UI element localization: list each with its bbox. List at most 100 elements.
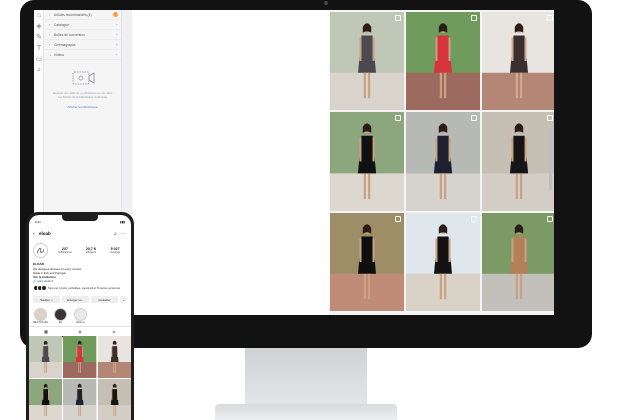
- stage: ⌂ ◈ ✎ T ▭ ⌕ › Articles recommandés (4) ›…: [0, 0, 620, 420]
- phone-notch: [62, 215, 98, 221]
- panel-section-recommended[interactable]: › Articles recommandés (4): [44, 10, 121, 20]
- stat-following[interactable]: 5 027 suivi(e)s: [110, 247, 120, 254]
- camera-dot: [324, 1, 328, 5]
- grid-photo[interactable]: [406, 12, 480, 110]
- phone-screen: 9:41 ▮▮▮ ‹ eloab ♫ ⋯ 237 publications 20…: [29, 215, 131, 420]
- panel-section-label: Boîtes de conversion: [54, 32, 85, 37]
- grid-photo[interactable]: [330, 12, 404, 110]
- show-library-link[interactable]: Afficher la bibliothèque: [44, 105, 121, 109]
- grid-photo[interactable]: [330, 112, 404, 211]
- multi-photo-icon: [395, 15, 401, 21]
- reels-tab-icon[interactable]: ▣: [63, 327, 97, 337]
- grid-photo[interactable]: [482, 213, 554, 311]
- phone-grid-photo[interactable]: [63, 336, 97, 379]
- home-icon[interactable]: ⌂: [34, 10, 44, 21]
- editor-canvas[interactable]: [132, 10, 329, 315]
- profile-username: eloab: [39, 231, 51, 236]
- phone-grid-photo[interactable]: [29, 379, 63, 420]
- stat-label: publications: [58, 250, 72, 254]
- following-button[interactable]: Suivi(e) ⌄: [33, 296, 60, 304]
- panel-section-catalogue[interactable]: › Catalogue +: [44, 20, 121, 30]
- notification-badge: [113, 12, 118, 17]
- grid-photo[interactable]: [330, 213, 404, 311]
- add-icon[interactable]: +: [116, 52, 118, 57]
- stat-label: suivi(e)s: [110, 250, 120, 254]
- panel-section-label: Articles recommandés (4): [54, 12, 92, 17]
- phone-grid-photo[interactable]: [29, 336, 63, 379]
- multi-photo-icon: [471, 216, 477, 222]
- profile-stats: 237 publications 20,7 K followers 5 027 …: [48, 247, 127, 254]
- search-icon[interactable]: ⌕: [34, 65, 44, 76]
- highlight-cover: [54, 308, 67, 322]
- story-highlights: NEW COLLEC... Eté about us: [29, 306, 131, 326]
- message-button[interactable]: Envoyer un...: [62, 296, 89, 304]
- phone-grid-photo[interactable]: [97, 336, 131, 379]
- grid-tab-icon[interactable]: ▦: [29, 327, 63, 337]
- stat-posts[interactable]: 237 publications: [58, 247, 72, 254]
- video-drop-icon[interactable]: [70, 68, 96, 90]
- multi-photo-icon: [395, 115, 401, 121]
- add-icon[interactable]: +: [116, 22, 118, 27]
- add-icon[interactable]: +: [116, 42, 118, 47]
- highlight-label: NEW COLLEC...: [33, 322, 51, 325]
- add-icon[interactable]: +: [116, 32, 118, 37]
- follower-avatars: [33, 285, 47, 292]
- panel-section-videos[interactable]: ⌄ Vidéos +: [44, 50, 121, 60]
- stat-followers[interactable]: 20,7 K followers: [86, 247, 97, 254]
- multi-photo-icon: [471, 15, 477, 21]
- multi-photo-icon: [471, 115, 477, 121]
- signal-icon: ▮▮▮: [120, 220, 125, 224]
- grid-photo[interactable]: [482, 12, 554, 110]
- stat-label: followers: [85, 250, 97, 254]
- phone-grid-photo[interactable]: [63, 379, 97, 420]
- phone-photo-grid: [29, 336, 131, 420]
- contact-button[interactable]: Contacter: [91, 296, 118, 304]
- panel-section-label: Cinémagraphe: [54, 42, 76, 47]
- highlight-cover: [74, 308, 87, 322]
- monitor-stand: [245, 348, 367, 408]
- stat-value: 5 027: [110, 246, 120, 251]
- profile-bio: We designed dresses for every woman. Mad…: [29, 266, 131, 279]
- panel-section-label: Catalogue: [54, 22, 70, 27]
- multi-photo-icon: [547, 216, 553, 222]
- instagram-photo-grid: [330, 12, 554, 315]
- profile-tabs: ▦ ▣ ◉: [29, 326, 131, 337]
- scrollbar[interactable]: [549, 128, 552, 190]
- pen-icon[interactable]: ✎: [34, 32, 44, 43]
- highlight-label: Eté: [58, 322, 63, 325]
- text-icon[interactable]: T: [34, 43, 44, 54]
- layers-icon[interactable]: ◈: [34, 21, 44, 32]
- more-icon[interactable]: ⋯: [119, 231, 127, 237]
- status-time: 9:41: [35, 220, 41, 224]
- avatar[interactable]: [33, 242, 48, 258]
- panel-section-cinemagraph[interactable]: › Cinémagraphe +: [44, 40, 121, 50]
- profile-summary: 237 publications 20,7 K followers 5 027 …: [29, 238, 131, 262]
- panel-section-label: Vidéos: [54, 52, 65, 57]
- multi-photo-icon: [395, 216, 401, 222]
- brand-logo-icon: [36, 247, 45, 253]
- suggestions-button[interactable]: ⌄: [120, 296, 127, 304]
- highlight-item[interactable]: Eté: [53, 308, 68, 324]
- grid-photo[interactable]: [482, 112, 554, 211]
- video-drop-hint: Déposez une vidéo ici, ou choisissez-en …: [52, 92, 113, 99]
- highlight-item[interactable]: NEW COLLEC...: [33, 308, 51, 325]
- followed-by-text: Suivi par cyrielle_euthalique, specsimil…: [48, 286, 121, 290]
- highlight-label: about us: [76, 322, 85, 325]
- monitor-stand-base: [215, 404, 397, 420]
- bell-icon[interactable]: ♫: [111, 231, 119, 236]
- stat-value: 20,7 K: [85, 246, 97, 251]
- multi-photo-icon: [547, 115, 553, 121]
- tagged-tab-icon[interactable]: ◉: [97, 327, 131, 337]
- highlight-item[interactable]: about us: [73, 308, 88, 324]
- profile-actions: Suivi(e) ⌄ Envoyer un... Contacter ⌄: [29, 293, 131, 306]
- highlight-cover: [34, 308, 47, 322]
- grid-photo[interactable]: [406, 213, 480, 311]
- grid-photo[interactable]: [406, 112, 480, 211]
- image-icon[interactable]: ▭: [34, 54, 44, 65]
- multi-photo-icon: [547, 15, 553, 21]
- phone-device: 9:41 ▮▮▮ ‹ eloab ♫ ⋯ 237 publications 20…: [26, 212, 134, 420]
- followed-by[interactable]: Suivi par cyrielle_euthalique, specsimil…: [29, 283, 131, 293]
- profile-header: ‹ eloab ♫ ⋯: [29, 229, 131, 238]
- phone-grid-photo[interactable]: [97, 379, 131, 420]
- panel-section-conversion[interactable]: › Boîtes de conversion +: [44, 30, 121, 40]
